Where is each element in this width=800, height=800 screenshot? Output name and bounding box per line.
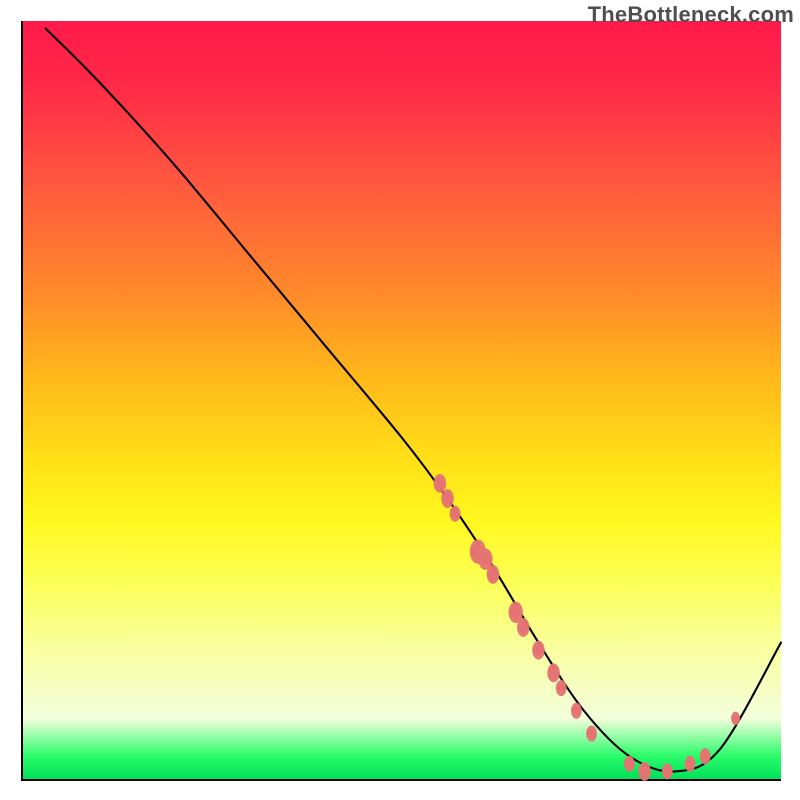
scatter-point-core bbox=[510, 606, 522, 618]
bottleneck-curve bbox=[46, 29, 781, 772]
scatter-point-core bbox=[533, 645, 543, 655]
scatter-point-core bbox=[442, 493, 452, 503]
scatter-point-core bbox=[572, 706, 581, 715]
scatter-point-core bbox=[587, 729, 596, 738]
scatter-point-core bbox=[518, 622, 528, 632]
scatter-overlay bbox=[434, 474, 740, 781]
scatter-point-core bbox=[732, 715, 739, 722]
scatter-point-core bbox=[557, 684, 566, 693]
scatter-point-core bbox=[663, 767, 672, 776]
scatter-point-core bbox=[479, 553, 491, 565]
scatter-point-core bbox=[701, 752, 710, 761]
watermark-label: TheBottleneck.com bbox=[588, 2, 794, 28]
scatter-point-core bbox=[686, 759, 695, 768]
scatter-point-core bbox=[639, 766, 649, 776]
scatter-point-core bbox=[625, 759, 634, 768]
scatter-point-core bbox=[488, 569, 498, 579]
plot-area bbox=[21, 21, 781, 781]
chart-svg bbox=[23, 21, 781, 779]
scatter-point-core bbox=[451, 509, 460, 518]
scatter-point-core bbox=[435, 478, 445, 488]
scatter-point-core bbox=[548, 668, 558, 678]
